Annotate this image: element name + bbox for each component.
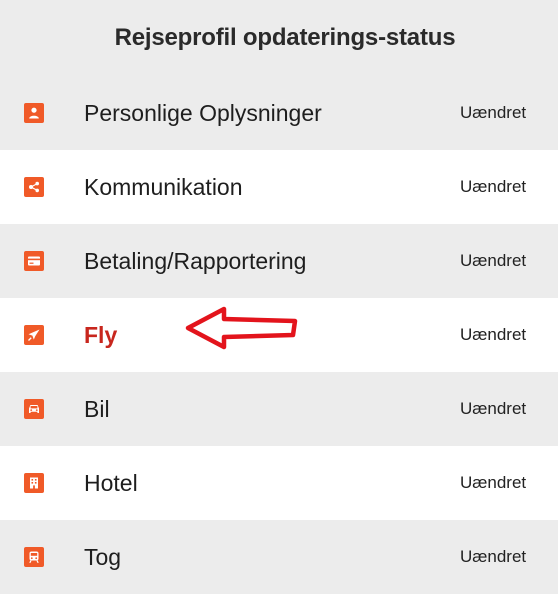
car-icon — [24, 399, 44, 419]
status-row-personlige-oplysninger[interactable]: Personlige Oplysninger Uændret — [0, 76, 558, 150]
row-status: Uændret — [460, 325, 527, 344]
row-status: Uændret — [460, 251, 527, 270]
row-label[interactable]: Personlige Oplysninger — [84, 100, 322, 127]
status-row-bil[interactable]: Bil Uændret — [0, 372, 558, 446]
row-label[interactable]: Kommunikation — [84, 174, 243, 201]
person-icon — [24, 103, 44, 123]
row-status: Uændret — [460, 177, 527, 196]
airplane-icon — [24, 325, 44, 345]
row-label[interactable]: Bil — [84, 396, 110, 423]
hotel-icon — [24, 473, 44, 493]
status-row-kommunikation[interactable]: Kommunikation Uændret — [0, 150, 558, 224]
panel-title: Rejseprofil opdaterings-status — [114, 24, 456, 51]
panel-header: Rejseprofil opdaterings-status — [0, 0, 558, 76]
left-arrow-outline-icon — [185, 306, 298, 350]
credit-card-icon — [24, 251, 44, 271]
row-label[interactable]: Tog — [84, 544, 121, 571]
status-row-hotel[interactable]: Hotel Uændret — [0, 446, 558, 520]
share-icon — [24, 177, 44, 197]
profile-update-status-panel: Rejseprofil opdaterings-status Personlig… — [0, 0, 558, 594]
row-label[interactable]: Fly — [84, 322, 117, 349]
row-label[interactable]: Hotel — [84, 470, 138, 497]
row-status: Uændret — [460, 473, 527, 492]
status-row-betaling-rapportering[interactable]: Betaling/Rapportering Uændret — [0, 224, 558, 298]
row-status: Uændret — [460, 399, 527, 418]
row-status: Uændret — [460, 103, 527, 122]
train-icon — [24, 547, 44, 567]
status-row-tog[interactable]: Tog Uændret — [0, 520, 558, 594]
row-status: Uændret — [460, 547, 527, 566]
row-label[interactable]: Betaling/Rapportering — [84, 248, 306, 275]
